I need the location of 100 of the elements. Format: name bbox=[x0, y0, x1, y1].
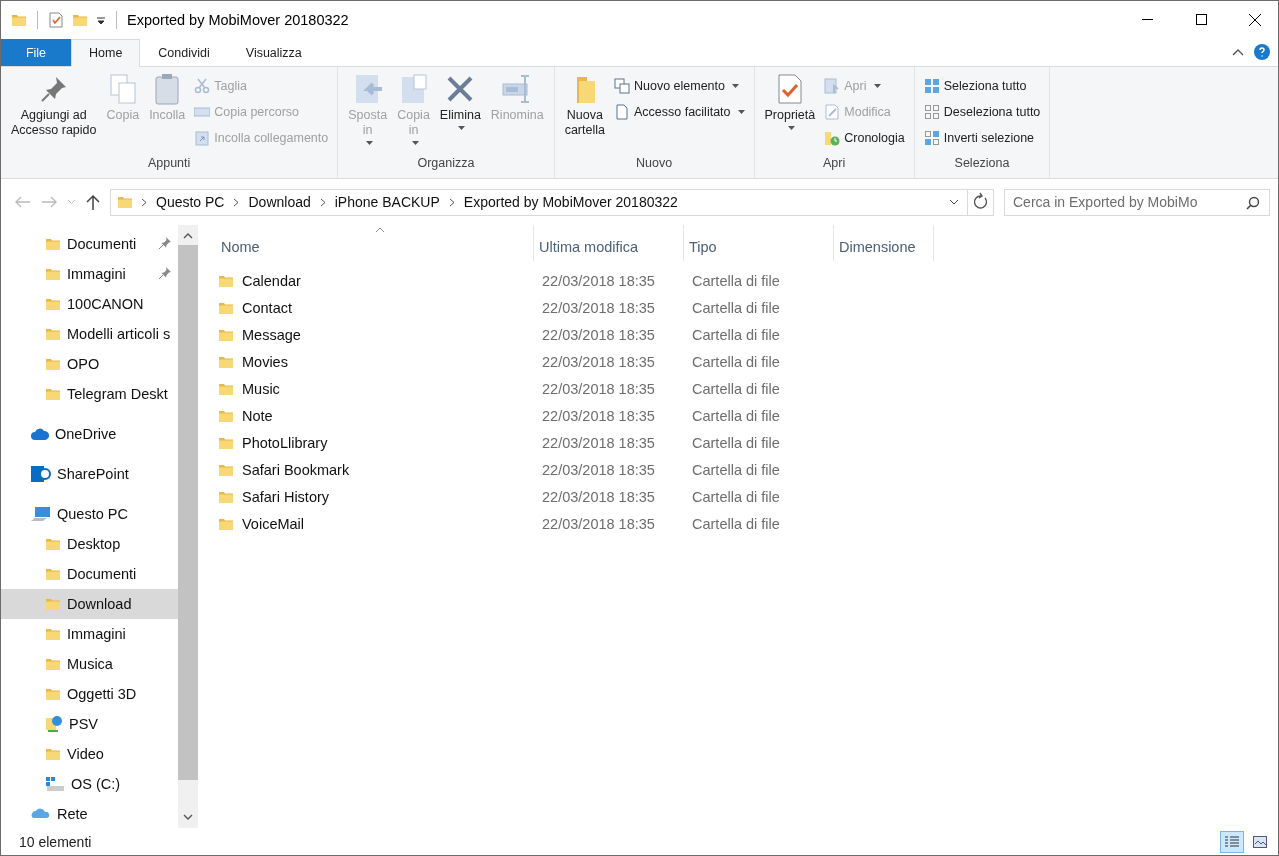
table-cell-text: 22/03/2018 18:35 bbox=[541, 326, 656, 343]
column-header[interactable]: Dimensione bbox=[834, 225, 934, 261]
ribbon-button[interactable]: Cronologia bbox=[821, 127, 908, 149]
file-menu-tab[interactable]: File bbox=[1, 39, 71, 66]
select-none-icon bbox=[923, 104, 940, 120]
sidebar-item[interactable]: Musica bbox=[1, 649, 178, 679]
sidebar-item[interactable]: OneDrive bbox=[1, 419, 178, 449]
scroll-up-icon[interactable] bbox=[183, 231, 193, 241]
sidebar-item[interactable]: 100CANON bbox=[1, 289, 178, 319]
group-label: Seleziona bbox=[953, 155, 1011, 172]
table-cell-text: 22/03/2018 18:35 bbox=[541, 434, 656, 451]
table-cell-text: Cartella di file bbox=[691, 299, 781, 316]
pin-icon bbox=[159, 237, 171, 249]
scroll-down-icon[interactable] bbox=[183, 812, 193, 822]
ribbon-tab[interactable]: Visualizza bbox=[227, 39, 320, 66]
file-name[interactable]: Message bbox=[218, 326, 536, 343]
breadcrumb[interactable]: Exported by MobiMover 20180322 bbox=[462, 194, 679, 210]
sidebar-item[interactable]: Documenti bbox=[1, 559, 178, 589]
chevron-icon[interactable] bbox=[233, 197, 240, 207]
group-label: Nuovo bbox=[635, 155, 674, 172]
file-name[interactable]: Contact bbox=[218, 299, 536, 316]
sidebar-item[interactable]: PSV bbox=[1, 709, 178, 739]
column-header[interactable]: Ultima modifica bbox=[534, 225, 684, 261]
file-name[interactable]: Music bbox=[218, 380, 536, 397]
sidebar-item[interactable]: OPO bbox=[1, 349, 178, 379]
folder-icon bbox=[45, 266, 61, 282]
group-label: Appunti bbox=[146, 155, 192, 172]
sidebar-item[interactable]: Immagini bbox=[1, 259, 178, 289]
table-cell-text: Cartella di file bbox=[691, 380, 781, 397]
breadcrumb[interactable]: iPhone BACKUP bbox=[333, 194, 441, 210]
chevron-icon[interactable] bbox=[141, 197, 147, 207]
breadcrumb[interactable]: Questo PC bbox=[155, 194, 226, 210]
up-arrow-icon[interactable] bbox=[86, 194, 100, 210]
table-cell-text: 22/03/2018 18:35 bbox=[541, 272, 656, 289]
search-field[interactable]: Cerca in Exported by MobiMo bbox=[1004, 188, 1270, 216]
sort-ascending-icon bbox=[374, 227, 385, 233]
ribbon-button[interactable]: Deseleziona tutto bbox=[920, 101, 1044, 123]
ribbon-tab[interactable]: Condividi bbox=[140, 39, 228, 66]
history-icon bbox=[824, 130, 841, 146]
ribbon-button[interactable]: Aggiungi ad Accesso rapido bbox=[7, 71, 101, 152]
table-cell-text: 22/03/2018 18:35 bbox=[541, 353, 656, 370]
caret-icon bbox=[458, 126, 466, 130]
column-header[interactable]: Nome bbox=[216, 225, 534, 261]
table-cell-text: Cartella di file bbox=[691, 461, 781, 478]
edit-icon bbox=[824, 104, 841, 120]
ribbon-button[interactable]: Inverti selezione bbox=[920, 127, 1044, 149]
folder-icon bbox=[45, 236, 61, 252]
caret-icon[interactable] bbox=[949, 199, 959, 205]
sidebar-item[interactable]: Questo PC bbox=[1, 499, 178, 529]
file-name[interactable]: Safari History bbox=[218, 488, 536, 505]
sidebar-item[interactable]: Desktop bbox=[1, 529, 178, 559]
sidebar-item[interactable]: Documenti bbox=[1, 229, 178, 259]
folder-icon bbox=[45, 356, 61, 372]
table-cell-text: 22/03/2018 18:35 bbox=[541, 461, 656, 478]
sidebar-item[interactable]: SharePoint bbox=[1, 459, 178, 489]
ribbon-button[interactable]: Nuova cartella bbox=[560, 71, 609, 152]
file-name[interactable]: Note bbox=[218, 407, 536, 424]
file-name[interactable]: PhotoLlibrary bbox=[218, 434, 536, 451]
chevron-icon[interactable] bbox=[319, 197, 326, 207]
ribbon-button[interactable]: Nuovo elemento bbox=[610, 75, 748, 97]
chevron-icon[interactable] bbox=[448, 197, 455, 207]
file-name[interactable]: VoiceMail bbox=[218, 515, 536, 532]
sidebar-item[interactable]: Video bbox=[1, 739, 178, 769]
table-cell-text: Cartella di file bbox=[691, 326, 781, 343]
search-icon bbox=[1246, 195, 1260, 210]
sidebar-item[interactable]: OS (C:) bbox=[1, 769, 178, 799]
file-name[interactable]: Safari Bookmark bbox=[218, 461, 536, 478]
window-title: Exported by MobiMover 20180322 bbox=[127, 11, 350, 28]
sidebar-item[interactable]: Download bbox=[1, 589, 178, 619]
folder-icon bbox=[45, 566, 61, 582]
ribbon-button[interactable]: Seleziona tutto bbox=[920, 75, 1044, 97]
folder-icon bbox=[117, 194, 133, 210]
folder-icon bbox=[45, 536, 61, 552]
site-icon bbox=[31, 464, 51, 484]
cloud-icon bbox=[31, 427, 49, 441]
ribbon-button[interactable]: Proprietà bbox=[760, 71, 820, 152]
file-name[interactable]: Movies bbox=[218, 353, 536, 370]
sidebar-item[interactable]: Oggetti 3D bbox=[1, 679, 178, 709]
sidebar-item[interactable]: Immagini bbox=[1, 619, 178, 649]
drive-icon bbox=[45, 776, 65, 792]
sidebar-item[interactable]: Rete bbox=[1, 799, 178, 828]
sidebar-item[interactable]: Modelli articoli s bbox=[1, 319, 178, 349]
table-cell-text: Cartella di file bbox=[691, 488, 781, 505]
table-cell-text: 22/03/2018 18:35 bbox=[541, 407, 656, 424]
caret-icon bbox=[411, 141, 419, 145]
table-cell-text: 22/03/2018 18:35 bbox=[541, 515, 656, 532]
column-header[interactable]: Tipo bbox=[684, 225, 834, 261]
file-name[interactable]: Calendar bbox=[218, 272, 536, 289]
folder-icon bbox=[45, 686, 61, 702]
ribbon-button[interactable]: Accesso facilitato bbox=[610, 101, 748, 123]
folder-icon bbox=[45, 656, 61, 672]
breadcrumb[interactable]: Download bbox=[247, 194, 312, 210]
sidebar-item[interactable]: Telegram Deskt bbox=[1, 379, 178, 409]
list-icon bbox=[1225, 835, 1239, 848]
ribbon-button[interactable]: Elimina bbox=[435, 71, 485, 152]
table-cell-text: Cartella di file bbox=[691, 272, 781, 289]
ribbon-tab[interactable]: Home bbox=[71, 39, 141, 67]
details-view-button[interactable] bbox=[1220, 830, 1244, 853]
folder-icon bbox=[45, 326, 61, 342]
address-bar[interactable]: Questo PC Download iPhone BACKUP Exported by MobiMover 20180322 bbox=[110, 188, 994, 216]
